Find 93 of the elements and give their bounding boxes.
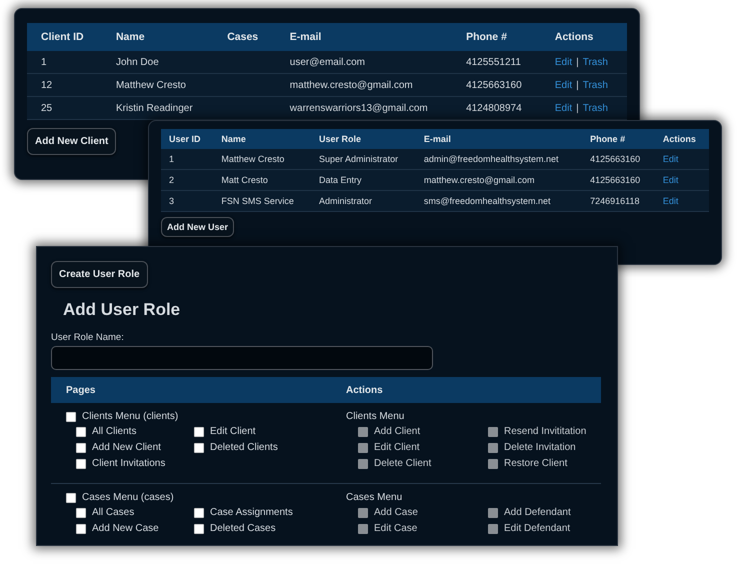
checkbox-label: Deleted Cases	[210, 523, 276, 534]
separator: |	[576, 102, 579, 114]
separator: |	[576, 56, 579, 68]
checkbox[interactable]	[66, 412, 76, 422]
column-header: Client ID	[27, 23, 102, 51]
add-user-button[interactable]: Add New User	[161, 217, 234, 237]
column-header: Actions	[654, 129, 709, 149]
table-cell: 1	[41, 56, 47, 68]
column-header: Actions	[346, 384, 384, 396]
column-header: User ID	[161, 129, 214, 149]
edit-link[interactable]: Edit	[554, 56, 572, 68]
table-cell: Matthew Cresto	[116, 80, 186, 90]
table-cell: Administrator	[319, 196, 372, 206]
checkbox[interactable]	[194, 508, 204, 518]
table-cell: Matt Cresto	[221, 175, 268, 185]
column-header: Name	[213, 129, 312, 149]
edit-link[interactable]: Edit	[554, 80, 572, 90]
table-cell: 3	[169, 196, 174, 206]
table-cell: 25	[41, 102, 52, 114]
checkbox[interactable]	[66, 492, 76, 502]
table-cell: FSN SMS Service	[221, 196, 294, 206]
checkbox[interactable]	[76, 524, 86, 534]
checkbox[interactable]	[194, 426, 204, 436]
column-header: Name	[102, 23, 214, 51]
table-cell: 7246916118	[590, 196, 640, 206]
column-header: Phone #	[582, 129, 655, 149]
checkbox-label: Add Defendant	[504, 507, 571, 518]
checkbox-label: Client Invitations	[92, 458, 166, 469]
checkbox[interactable]	[194, 442, 204, 452]
column-header: E-mail	[416, 129, 582, 149]
table-cell: matthew.cresto@gmail.com	[290, 80, 413, 90]
column-header: User Role	[311, 129, 416, 149]
checkbox-label: Resend Invititation	[504, 426, 586, 437]
column-header: Actions	[540, 23, 627, 51]
checkbox[interactable]	[194, 524, 204, 534]
table-cell: 1	[169, 154, 174, 164]
trash-link[interactable]: Trash	[582, 102, 608, 114]
table-cell: Kristin Readinger	[116, 102, 193, 114]
table-cell: 4125663160	[466, 80, 522, 90]
checkbox-label: Cases Menu (cases)	[82, 492, 174, 503]
column-header: Cases	[213, 23, 276, 51]
checkbox-label: Deleted Clients	[210, 442, 278, 453]
checkbox-label: Delete Invitation	[504, 442, 576, 453]
edit-link[interactable]: Edit	[662, 175, 678, 185]
table-cell: 4125663160	[590, 154, 640, 164]
table-cell: Super Administrator	[319, 154, 398, 164]
trash-link[interactable]: Trash	[582, 80, 608, 90]
checkbox-label: Edit Client	[210, 426, 256, 437]
table-cell: John Doe	[116, 56, 159, 68]
form-title: Add User Role	[63, 300, 182, 320]
add-client-button[interactable]: Add New Client	[27, 128, 116, 155]
column-header: E-mail	[276, 23, 452, 51]
edit-link[interactable]: Edit	[662, 196, 678, 206]
table-cell: admin@freedomhealthsystem.net	[424, 154, 559, 164]
table-cell: 4125663160	[590, 175, 640, 185]
checkbox[interactable]	[76, 442, 86, 452]
checkbox-label: All Clients	[92, 426, 136, 437]
edit-link[interactable]: Edit	[554, 102, 572, 114]
checkbox-label: Add New Client	[92, 442, 161, 453]
table-cell: warrenswarriors13@gmail.com	[290, 102, 428, 114]
column-header: Phone #	[452, 23, 541, 51]
checkbox[interactable]	[76, 508, 86, 518]
edit-link[interactable]: Edit	[662, 154, 678, 164]
checkbox-label: Restore Client	[504, 458, 568, 469]
checkbox-label: Edit Defendant	[504, 523, 570, 534]
section-label: Cases Menu	[346, 492, 404, 503]
table-cell: sms@freedomhealthsystem.net	[424, 196, 551, 206]
trash-link[interactable]: Trash	[582, 56, 608, 68]
table-cell: user@email.com	[290, 56, 365, 68]
table-cell: 4125551211	[466, 56, 521, 68]
table-cell: 12	[41, 80, 52, 90]
table-cell: 4124808974	[466, 102, 522, 114]
checkbox[interactable]	[76, 426, 86, 436]
table-cell: Data Entry	[319, 175, 362, 185]
table-cell: Matthew Cresto	[221, 154, 284, 164]
checkbox-label: Clients Menu (clients)	[82, 411, 178, 422]
checkbox-label: All Cases	[92, 507, 134, 518]
checkbox-label: Add Client	[374, 426, 420, 437]
checkbox-label: Add Case	[374, 507, 418, 518]
role-name-field[interactable]	[51, 346, 433, 370]
checkbox-label: Edit Case	[374, 523, 418, 534]
table-cell: matthew.cresto@gmail.com	[424, 175, 535, 185]
separator: |	[576, 80, 579, 90]
table-cell: 2	[169, 175, 174, 185]
create-role-button[interactable]: Create User Role	[51, 261, 148, 288]
checkbox-label: Delete Client	[374, 458, 432, 469]
section-label: Clients Menu	[346, 411, 406, 422]
checkbox-label: Case Assignments	[210, 507, 293, 518]
checkbox-label: Edit Client	[374, 442, 420, 453]
field-label: User Role Name:	[51, 332, 125, 343]
checkbox-label: Add New Case	[92, 523, 159, 534]
checkbox[interactable]	[76, 458, 86, 468]
column-header: Pages	[66, 384, 96, 396]
